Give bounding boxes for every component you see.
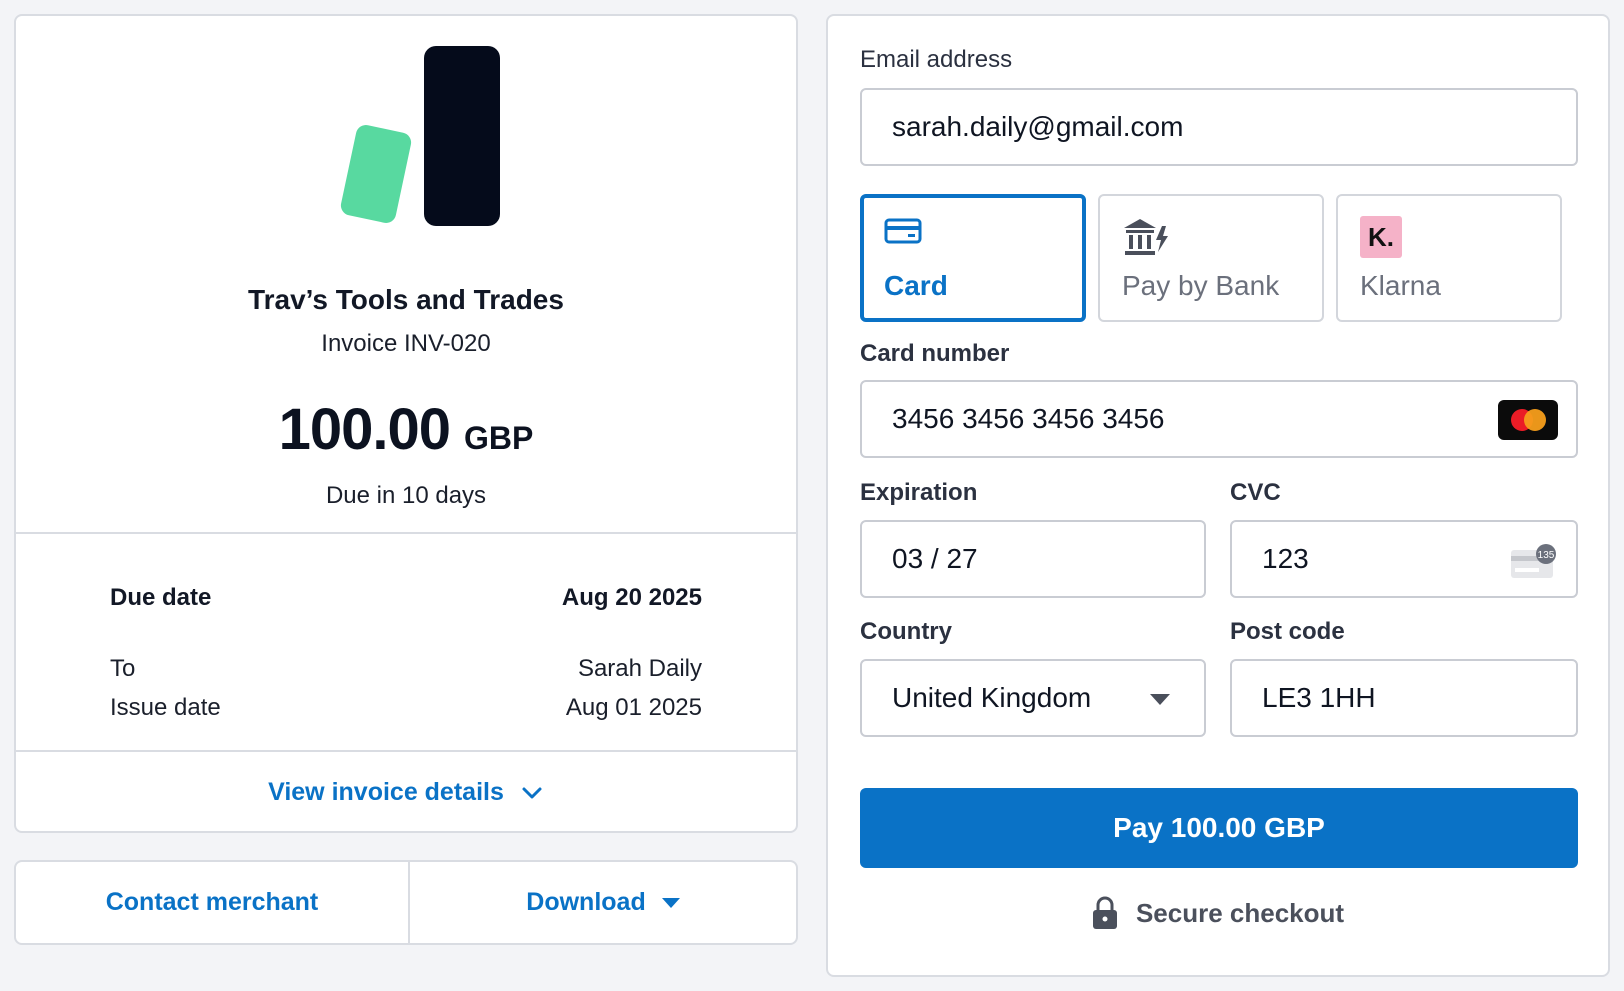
view-invoice-details-label: View invoice details — [268, 778, 504, 806]
pay-button[interactable]: Pay 100.00 GBP — [860, 788, 1578, 868]
payment-method-klarna[interactable]: K. Klarna — [1336, 194, 1562, 322]
to-label: To — [110, 655, 136, 682]
contact-merchant-button[interactable]: Contact merchant — [16, 862, 410, 943]
country-value: United Kingdom — [892, 682, 1092, 713]
due-in-text: Due in 10 days — [325, 482, 487, 509]
cvc-card-icon: 135 — [1511, 544, 1556, 578]
issue-date-label: Issue date — [110, 694, 221, 721]
card-number-input[interactable]: 3456 3456 3456 3456 — [860, 380, 1578, 458]
card-number-label: Card number — [860, 340, 1010, 367]
chevron-down-icon — [522, 787, 542, 798]
merchant-logo — [332, 46, 502, 232]
expiration-value: 03 / 27 — [892, 543, 978, 574]
mastercard-icon — [1498, 400, 1558, 440]
issue-date-value: Aug 01 2025 — [565, 694, 702, 721]
postcode-value: LE3 1HH — [1262, 682, 1376, 713]
cvc-value: 123 — [1262, 543, 1309, 574]
invoice-number: Invoice INV-020 — [321, 330, 491, 357]
payment-method-card[interactable]: Card — [860, 194, 1086, 322]
card-icon — [884, 218, 922, 244]
to-value: Sarah Daily — [577, 655, 702, 682]
download-button[interactable]: Download — [410, 862, 796, 943]
payment-form: Email address sarah.daily@gmail.com Card… — [826, 14, 1610, 977]
invoice-amount: 100.00 GBP — [16, 396, 796, 463]
due-date-row: Due date Aug 20 2025 — [110, 584, 702, 612]
lock-icon — [1092, 896, 1117, 929]
invoice-actions: Contact merchant Download — [14, 860, 798, 945]
issue-date-row: Issue date Aug 01 2025 — [110, 694, 702, 722]
logo-dark-shape — [424, 46, 500, 226]
invoice-summary-card: Trav’s Tools and Trades Invoice INV-020 … — [14, 14, 798, 833]
invoice-meta: Due date Aug 20 2025 To Sarah Daily Issu… — [16, 534, 796, 752]
svg-text:135: 135 — [1538, 550, 1555, 561]
cvc-label: CVC — [1230, 479, 1281, 506]
invoice-header: Trav’s Tools and Trades Invoice INV-020 … — [16, 16, 796, 534]
email-value: sarah.daily@gmail.com — [892, 111, 1184, 142]
email-input[interactable]: sarah.daily@gmail.com — [860, 88, 1578, 166]
payment-method-klarna-label: Klarna — [1360, 270, 1441, 301]
contact-merchant-label: Contact merchant — [105, 888, 319, 916]
secure-checkout-label: Secure checkout — [1135, 897, 1345, 928]
country-label: Country — [860, 618, 952, 645]
payment-method-bank-label: Pay by Bank — [1122, 270, 1280, 301]
logo-green-shape — [339, 123, 413, 225]
card-number-value: 3456 3456 3456 3456 — [892, 403, 1165, 434]
expiration-label: Expiration — [860, 479, 978, 506]
merchant-name: Trav’s Tools and Trades — [248, 284, 564, 315]
country-select[interactable]: United Kingdom — [860, 659, 1206, 737]
payment-method-bank[interactable]: Pay by Bank — [1098, 194, 1324, 322]
to-row: To Sarah Daily — [110, 655, 702, 683]
cvc-input[interactable]: 123 135 — [1230, 520, 1578, 598]
caret-down-icon — [1150, 694, 1170, 705]
postcode-input[interactable]: LE3 1HH — [1230, 659, 1578, 737]
postcode-label: Post code — [1230, 618, 1345, 645]
due-date-value: Aug 20 2025 — [561, 584, 702, 611]
klarna-icon: K. — [1360, 216, 1402, 258]
amount-currency: GBP — [464, 420, 534, 456]
due-date-label: Due date — [110, 584, 212, 611]
caret-down-icon — [661, 897, 680, 908]
secure-checkout: Secure checkout — [828, 896, 1608, 930]
pay-button-label: Pay 100.00 GBP — [1113, 812, 1325, 843]
bank-icon — [1124, 219, 1168, 255]
amount-value: 100.00 — [278, 397, 451, 462]
email-label: Email address — [860, 46, 1013, 73]
download-label: Download — [526, 888, 646, 916]
view-invoice-details-button[interactable]: View invoice details — [16, 752, 796, 831]
payment-method-card-label: Card — [884, 270, 948, 301]
expiration-input[interactable]: 03 / 27 — [860, 520, 1206, 598]
